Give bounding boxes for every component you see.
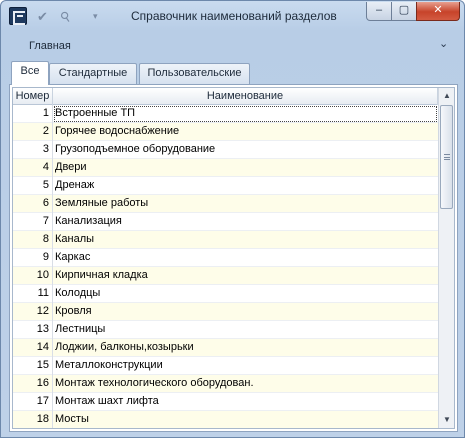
cell-name: Кирпичная кладка [55,269,148,281]
cell-name: Земляные работы [55,197,149,209]
table-row[interactable]: 15 Металлоконструкции [13,357,438,375]
table-row[interactable]: 9 Каркас [13,249,438,267]
table-row[interactable]: 4 Двери [13,159,438,177]
cell-number: 6 [13,195,53,213]
cell-number: 2 [13,123,53,141]
cell-number: 14 [13,339,53,357]
cell-name: Каркас [55,251,91,263]
cell-number: 4 [13,159,53,177]
cell-name: Горячее водоснабжение [55,125,180,137]
tab-strip: Все Стандартные Пользовательские [11,61,456,85]
cell-name: Грузоподъемное оборудование [55,143,216,155]
cell-name: Встроенные ТП [53,105,438,123]
minimize-button[interactable]: ‒ [366,2,392,21]
table-row[interactable]: 18 Мосты [13,411,438,428]
tab-standard[interactable]: Стандартные [49,63,137,84]
check-icon[interactable]: ✔ [37,9,48,25]
cell-name: Лестницы [55,323,106,335]
column-header-number[interactable]: Номер [13,88,53,105]
table-row[interactable]: 8 Каналы [13,231,438,249]
table-row[interactable]: 17 Монтаж шахт лифта [13,393,438,411]
chevron-down-icon[interactable]: ⌄ [439,37,448,50]
cell-name: Колодцы [55,287,101,299]
title-bar: ✔ ⚲ ▾ Справочник наименований разделов ‒… [1,1,464,31]
table-row[interactable]: 16 Монтаж технологического оборудован. [13,375,438,393]
ribbon-tab-home[interactable]: Главная [29,40,71,52]
maximize-button[interactable]: ▢ [391,2,417,21]
cell-number: 12 [13,303,53,321]
table-row[interactable]: 7 Канализация [13,213,438,231]
cell-name: Канализация [55,215,122,227]
tab-all[interactable]: Все [11,61,49,85]
cell-number: 16 [13,375,53,393]
table-row[interactable]: 1 Встроенные ТП [13,105,438,123]
column-header-name[interactable]: Наименование [53,88,438,105]
cell-name: Монтаж технологического оборудован. [55,377,254,389]
table-row[interactable]: 13 Лестницы [13,321,438,339]
table-row[interactable]: 3 Грузоподъемное оборудование [13,141,438,159]
cell-number: 10 [13,267,53,285]
cell-number: 7 [13,213,53,231]
cell-number: 9 [13,249,53,267]
window-title: Справочник наименований разделов [131,9,337,23]
cell-name: Лоджии, балконы,козырьки [55,341,194,353]
ribbon-bar: Главная ⌄ [1,35,464,55]
cell-name: Дренаж [55,179,95,191]
close-button[interactable]: ✕ [416,2,460,21]
vertical-scrollbar[interactable]: ▲ ▼ [438,88,454,428]
paperclip-icon[interactable]: ⚲ [57,8,74,27]
cell-number: 15 [13,357,53,375]
grid-rows: 1 Встроенные ТП 2 Горячее водоснабжение 3 Гру… [13,105,438,428]
scroll-thumb[interactable] [440,105,453,209]
dropdown-icon[interactable]: ▾ [93,11,98,22]
cell-number: 1 [13,105,53,123]
scroll-down-icon[interactable]: ▼ [439,412,454,428]
tab-panel: Номер Наименование 1 Встроенные ТП 2 Горяче… [9,84,458,432]
cell-number: 8 [13,231,53,249]
cell-number: 13 [13,321,53,339]
cell-name: Кровля [55,305,92,317]
cell-number: 3 [13,141,53,159]
grip-icon [444,154,450,160]
data-grid: Номер Наименование 1 Встроенные ТП 2 Горяче… [12,87,455,429]
table-row[interactable]: 12 Кровля [13,303,438,321]
cell-number: 17 [13,393,53,411]
app-logo-icon[interactable] [9,7,27,25]
tab-custom[interactable]: Пользовательские [139,63,250,84]
cell-name: Каналы [55,233,95,245]
cell-name: Двери [55,161,87,173]
scroll-up-icon[interactable]: ▲ [439,88,454,104]
table-row[interactable]: 5 Дренаж [13,177,438,195]
cell-name: Мосты [55,413,89,425]
cell-number: 5 [13,177,53,195]
table-row[interactable]: 6 Земляные работы [13,195,438,213]
table-row[interactable]: 14 Лоджии, балконы,козырьки [13,339,438,357]
cell-name: Монтаж шахт лифта [55,395,159,407]
cell-number: 18 [13,411,53,428]
cell-name: Металлоконструкции [55,359,163,371]
grid-header: Номер Наименование [13,88,438,105]
cell-number: 11 [13,285,53,303]
table-row[interactable]: 10 Кирпичная кладка [13,267,438,285]
table-row[interactable]: 11 Колодцы [13,285,438,303]
table-row[interactable]: 2 Горячее водоснабжение [13,123,438,141]
main-window: ✔ ⚲ ▾ Справочник наименований разделов ‒… [0,0,465,438]
